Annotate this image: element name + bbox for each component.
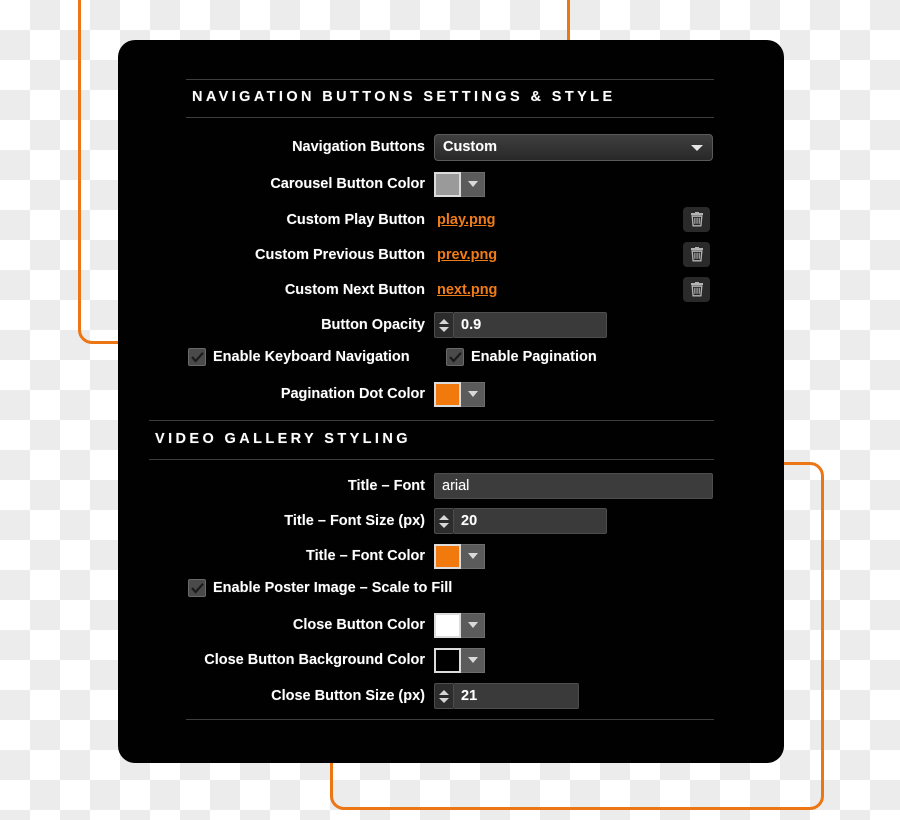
checkbox-icon[interactable] [188,579,206,597]
pagination-dot-color-swatch[interactable] [434,381,461,407]
navigation-buttons-select-value: Custom [443,139,497,155]
close-button-color-control[interactable] [434,612,485,638]
trash-icon [690,247,703,262]
checkbox-enable-keyboard-navigation[interactable]: Enable Keyboard Navigation [188,348,410,366]
row-button-opacity: Button Opacity 0.9 [148,312,728,338]
custom-previous-button-file-link[interactable]: prev.png [437,247,497,263]
section-title-navigation-buttons: NAVIGATION BUTTONS SETTINGS & STYLE [192,89,616,105]
title-font-size-input[interactable]: 20 [453,508,607,534]
row-navigation-buttons: Navigation Buttons Custom [148,133,728,161]
row-close-button-color: Close Button Color [148,612,728,638]
row-title-font-size: Title – Font Size (px) 20 [148,508,728,534]
section-title-video-gallery-styling: VIDEO GALLERY STYLING [155,431,411,447]
section-rule-under-gallery-title [149,459,714,460]
title-font-input[interactable]: arial [434,473,713,499]
stepper-down-icon[interactable] [439,326,449,332]
close-button-background-color-swatch[interactable] [434,647,461,673]
label-custom-previous-button: Custom Previous Button [255,247,425,263]
checkbox-icon[interactable] [188,348,206,366]
title-font-size-stepper[interactable] [434,508,453,534]
label-navigation-buttons: Navigation Buttons [292,139,425,155]
row-custom-play-button: Custom Play Button play.png [148,207,728,233]
screenshot-canvas: NAVIGATION BUTTONS SETTINGS & STYLE Navi… [0,0,900,820]
delete-custom-play-button[interactable] [683,207,710,232]
label-title-font-size: Title – Font Size (px) [284,513,425,529]
check-icon [190,351,204,363]
pagination-dot-color-control[interactable] [434,381,485,407]
settings-panel: NAVIGATION BUTTONS SETTINGS & STYLE Navi… [118,40,784,763]
label-enable-poster-image: Enable Poster Image – Scale to Fill [213,580,453,596]
carousel-button-color-swatch[interactable] [434,171,461,197]
row-title-font-color: Title – Font Color [148,543,728,569]
button-opacity-stepper[interactable] [434,312,453,338]
row-custom-previous-button: Custom Previous Button prev.png [148,242,728,268]
stepper-down-icon[interactable] [439,697,449,703]
custom-play-button-file-link[interactable]: play.png [437,212,496,228]
custom-next-button-file-link[interactable]: next.png [437,282,497,298]
button-opacity-input[interactable]: 0.9 [453,312,607,338]
checkbox-enable-poster-image[interactable]: Enable Poster Image – Scale to Fill [188,579,452,597]
label-enable-pagination: Enable Pagination [471,349,597,365]
chevron-down-icon [467,553,478,559]
title-font-color-control[interactable] [434,543,485,569]
section-rule-bottom [186,719,714,720]
close-button-background-color-dropdown[interactable] [461,647,485,673]
chevron-down-icon [467,391,478,397]
label-close-button-color: Close Button Color [292,617,425,633]
close-button-size-stepper[interactable] [434,683,453,709]
section-rule-top [186,79,714,80]
trash-icon [690,282,703,297]
navigation-buttons-select[interactable]: Custom [434,133,713,161]
stepper-up-icon[interactable] [439,689,449,695]
row-carousel-button-color: Carousel Button Color [148,171,728,197]
row-pagination-dot-color: Pagination Dot Color [148,381,728,407]
stepper-down-icon[interactable] [439,522,449,528]
delete-custom-previous-button[interactable] [683,242,710,267]
carousel-button-color-dropdown[interactable] [461,171,485,197]
check-icon [448,351,462,363]
row-custom-next-button: Custom Next Button next.png [148,277,728,303]
chevron-down-icon [691,145,703,151]
chevron-down-icon [467,181,478,187]
row-title-font: Title – Font arial [148,473,728,499]
chevron-down-icon [467,657,478,663]
label-custom-next-button: Custom Next Button [284,282,425,298]
section-rule-above-gallery-title [149,420,714,421]
label-close-button-background-color: Close Button Background Color [204,652,425,668]
checkbox-enable-pagination[interactable]: Enable Pagination [446,348,597,366]
stepper-up-icon[interactable] [439,318,449,324]
delete-custom-next-button[interactable] [683,277,710,302]
title-font-color-dropdown[interactable] [461,543,485,569]
close-button-size-input[interactable]: 21 [453,683,579,709]
title-font-color-swatch[interactable] [434,543,461,569]
row-close-button-background-color: Close Button Background Color [148,647,728,673]
trash-icon [690,212,703,227]
check-icon [190,582,204,594]
checkbox-icon[interactable] [446,348,464,366]
section-rule-under-nav-title [186,117,714,118]
carousel-button-color-control[interactable] [434,171,485,197]
close-button-color-dropdown[interactable] [461,612,485,638]
chevron-down-icon [467,622,478,628]
pagination-dot-color-dropdown[interactable] [461,381,485,407]
label-custom-play-button: Custom Play Button [286,212,425,228]
label-title-font-color: Title – Font Color [306,548,425,564]
label-carousel-button-color: Carousel Button Color [270,176,425,192]
label-button-opacity: Button Opacity [321,317,425,333]
label-enable-keyboard-navigation: Enable Keyboard Navigation [213,349,410,365]
label-pagination-dot-color: Pagination Dot Color [280,386,425,402]
close-button-color-swatch[interactable] [434,612,461,638]
close-button-background-color-control[interactable] [434,647,485,673]
stepper-up-icon[interactable] [439,514,449,520]
label-close-button-size: Close Button Size (px) [271,688,425,704]
row-close-button-size: Close Button Size (px) 21 [148,683,728,709]
label-title-font: Title – Font [347,478,425,494]
